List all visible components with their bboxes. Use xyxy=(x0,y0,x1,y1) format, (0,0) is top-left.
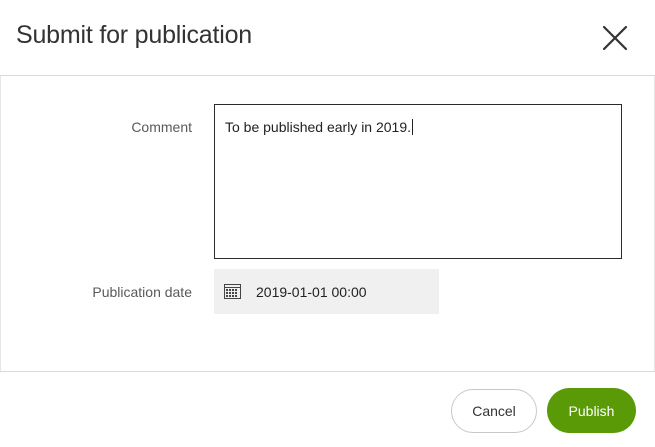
comment-text: To be published early in 2019. xyxy=(225,119,412,135)
cancel-button[interactable]: Cancel xyxy=(451,389,537,433)
comment-label: Comment xyxy=(131,119,192,135)
dialog-footer: Cancel Publish xyxy=(0,371,655,447)
publication-date-field[interactable]: 2019-01-01 00:00 xyxy=(214,269,439,314)
dialog-body: Comment To be published early in 2019. P… xyxy=(0,76,655,371)
close-button[interactable] xyxy=(598,20,632,56)
publish-button[interactable]: Publish xyxy=(547,388,636,433)
calendar-icon xyxy=(224,284,241,299)
close-icon xyxy=(602,25,628,51)
publication-date-label: Publication date xyxy=(92,284,192,300)
publication-date-value: 2019-01-01 00:00 xyxy=(256,284,367,300)
dialog-header: Submit for publication xyxy=(0,0,655,76)
submit-dialog: Submit for publication Comment To be pub… xyxy=(0,0,655,447)
comment-textarea[interactable]: To be published early in 2019. xyxy=(214,104,622,259)
dialog-title: Submit for publication xyxy=(16,21,253,49)
text-caret xyxy=(412,119,414,135)
